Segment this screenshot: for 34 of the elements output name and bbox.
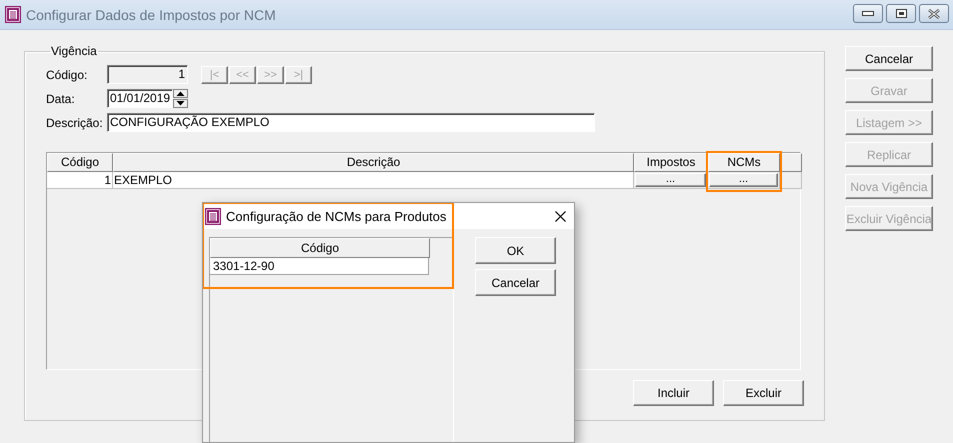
ok-button[interactable]: OK	[475, 237, 556, 264]
column-header[interactable]: Impostos	[634, 153, 708, 172]
close-button[interactable]	[919, 4, 949, 23]
minimize-button[interactable]	[853, 4, 883, 23]
close-icon	[927, 8, 941, 18]
document-icon	[5, 6, 21, 23]
spin-down-icon[interactable]	[173, 99, 188, 108]
cancel-button[interactable]: Cancelar	[475, 269, 556, 296]
close-icon[interactable]	[555, 210, 566, 222]
ellipsis-button[interactable]: ...	[635, 173, 706, 187]
column-header[interactable]: Descrição	[113, 153, 634, 172]
spin-up-icon[interactable]	[173, 89, 188, 98]
maximize-button[interactable]	[886, 4, 916, 23]
table-cell: 3301-12-90	[210, 258, 429, 275]
table-cell: EXEMPLO	[113, 172, 634, 189]
ellipsis-button[interactable]: ...	[709, 173, 778, 187]
field-label: Data:	[46, 92, 76, 106]
field-label: Código:	[46, 68, 88, 82]
window-title: Configurar Dados de Impostos por NCM	[26, 6, 277, 22]
action-button[interactable]: Cancelar	[845, 46, 933, 71]
maximize-icon	[896, 9, 906, 18]
code-field[interactable]: 1	[107, 65, 188, 84]
date-field[interactable]: 01/01/2019	[107, 89, 173, 108]
description-field[interactable]: CONFIGURAÇÃO EXEMPLO	[107, 113, 595, 132]
column-header[interactable]: Código	[210, 238, 430, 258]
field-label: Descrição:	[46, 116, 104, 130]
table-cell: 1	[47, 172, 113, 189]
minimize-icon	[862, 10, 874, 17]
dialog-title: Configuração de NCMs para Produtos	[226, 208, 448, 224]
delete-button[interactable]: Excluir	[723, 380, 804, 406]
column-header[interactable]: NCMs	[708, 153, 780, 172]
group-title: Vigência	[50, 44, 98, 58]
column-header[interactable]: Código	[47, 153, 113, 172]
include-button[interactable]: Incluir	[633, 380, 714, 406]
